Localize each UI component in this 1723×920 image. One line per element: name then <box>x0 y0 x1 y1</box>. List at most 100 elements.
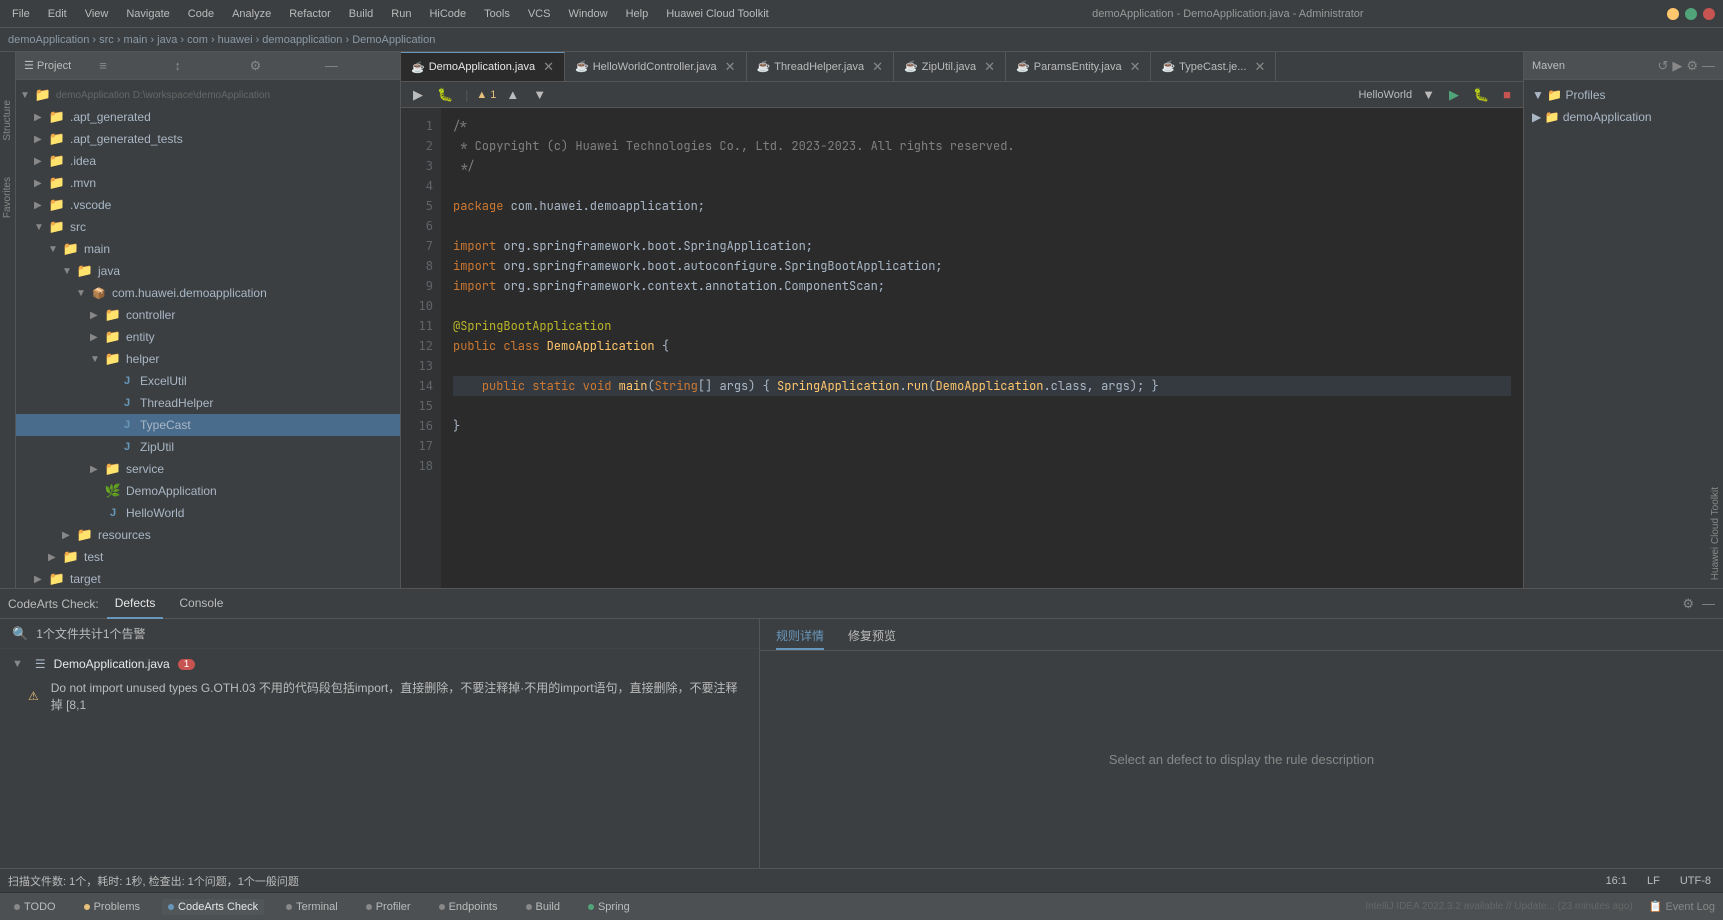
detail-tab-preview[interactable]: 修复预览 <box>848 623 896 650</box>
tab-defects[interactable]: Defects <box>107 589 164 619</box>
taskbar-profiler[interactable]: Profiler <box>360 899 417 915</box>
toolbar-debug-btn[interactable]: 🐛 <box>433 85 457 105</box>
menu-bar[interactable]: FileEditViewNavigateCodeAnalyzeRefactorB… <box>8 6 773 22</box>
favorites-label[interactable]: Favorites <box>0 169 15 226</box>
code-line-16[interactable]: } <box>453 416 1511 436</box>
tree-item-apt_generated_tests[interactable]: ▶📁.apt_generated_tests <box>16 128 400 150</box>
menu-item-run[interactable]: Run <box>387 6 415 22</box>
code-editor[interactable]: 123456789101112131415161718 /* * Copyrig… <box>401 108 1523 588</box>
menu-item-analyze[interactable]: Analyze <box>228 6 275 22</box>
maximize-btn[interactable] <box>1685 8 1697 20</box>
maven-item-demoApplication[interactable]: ▶ 📁 demoApplication <box>1524 106 1723 128</box>
tree-item-ThreadHelper[interactable]: JThreadHelper <box>16 392 400 414</box>
code-line-2[interactable]: * Copyright (c) Huawei Technologies Co.,… <box>453 136 1511 156</box>
intellij-update-notice[interactable]: IntelliJ IDEA 2022.3.2 available // Upda… <box>1365 901 1632 912</box>
maven-refresh-btn[interactable]: ↺ <box>1657 58 1668 74</box>
code-line-8[interactable]: import org.springframework.boot.autoconf… <box>453 256 1511 276</box>
toolbar-run-btn[interactable]: ▶ <box>409 85 427 105</box>
tab-ZipUtil[interactable]: ☕ZipUtil.java✕ <box>894 52 1006 82</box>
code-line-10[interactable] <box>453 296 1511 316</box>
run-config-dropdown[interactable]: ▼ <box>1418 85 1439 104</box>
code-line-15[interactable] <box>453 396 1511 416</box>
tree-item-main[interactable]: ▼📁main <box>16 238 400 260</box>
tab-close-ParamsEntity[interactable]: ✕ <box>1130 59 1141 75</box>
defect-message-row[interactable]: ⚠ Do not import unused types G.OTH.03 不用… <box>0 675 759 717</box>
taskbar-todo[interactable]: TODO <box>8 899 62 915</box>
tab-ThreadHelper[interactable]: ☕ThreadHelper.java✕ <box>747 52 895 82</box>
menu-item-file[interactable]: File <box>8 6 34 22</box>
code-content[interactable]: /* * Copyright (c) Huawei Technologies C… <box>441 108 1523 588</box>
code-line-4[interactable] <box>453 176 1511 196</box>
tree-item-idea[interactable]: ▶📁.idea <box>16 150 400 172</box>
menu-item-huaweicloudtoolkit[interactable]: Huawei Cloud Toolkit <box>662 6 773 22</box>
code-line-7[interactable]: import org.springframework.boot.SpringAp… <box>453 236 1511 256</box>
bottom-hide-btn[interactable]: — <box>1702 596 1715 611</box>
code-line-9[interactable]: import org.springframework.context.annot… <box>453 276 1511 296</box>
defect-file-row[interactable]: ▼ ☰ DemoApplication.java 1 <box>0 653 759 675</box>
code-line-5[interactable]: package com.huawei.demoapplication; <box>453 196 1511 216</box>
panel-collapse-btn[interactable]: ↕ <box>174 58 241 73</box>
taskbar-build[interactable]: Build <box>520 899 566 915</box>
tree-item-DemoApplication[interactable]: 🌿DemoApplication <box>16 480 400 502</box>
maven-settings-btn[interactable]: ⚙ <box>1686 58 1698 74</box>
code-line-13[interactable] <box>453 356 1511 376</box>
tab-close-TypeCast[interactable]: ✕ <box>1254 59 1265 75</box>
tab-close-ZipUtil[interactable]: ✕ <box>984 59 995 75</box>
tree-item-target[interactable]: ▶📁target <box>16 568 400 588</box>
menu-item-window[interactable]: Window <box>564 6 611 22</box>
tree-item-demoApplication[interactable]: ▼📁demoApplication D:\workspace\demoAppli… <box>16 84 400 106</box>
run-btn[interactable]: ▶ <box>1445 85 1463 105</box>
warning-indicator[interactable]: ▲ 1 <box>476 89 496 101</box>
toolbar-nav-up[interactable]: ▲ <box>502 85 523 104</box>
tree-item-com.huawei[interactable]: ▼📦com.huawei.demoapplication <box>16 282 400 304</box>
tab-close-HelloWorldController[interactable]: ✕ <box>725 59 736 75</box>
tree-item-service[interactable]: ▶📁service <box>16 458 400 480</box>
maven-item-Profiles[interactable]: ▼ 📁 Profiles <box>1524 84 1723 106</box>
code-line-3[interactable]: */ <box>453 156 1511 176</box>
huawei-cloud-label[interactable]: Huawei Cloud Toolkit <box>1708 479 1723 588</box>
panel-sync-btn[interactable]: ≡ <box>99 58 166 73</box>
menu-item-navigate[interactable]: Navigate <box>122 6 173 22</box>
tree-item-java[interactable]: ▼📁java <box>16 260 400 282</box>
menu-item-hicode[interactable]: HiCode <box>425 6 470 22</box>
stop-btn[interactable]: ■ <box>1499 85 1515 104</box>
code-line-6[interactable] <box>453 216 1511 236</box>
taskbar-endpoints[interactable]: Endpoints <box>433 899 504 915</box>
taskbar-codearts[interactable]: CodeArts Check <box>162 899 264 915</box>
tab-HelloWorldController[interactable]: ☕HelloWorldController.java✕ <box>565 52 747 82</box>
event-log-btn[interactable]: 📋 Event Log <box>1649 900 1715 913</box>
code-line-14[interactable]: public static void main(String[] args) {… <box>453 376 1511 396</box>
code-line-11[interactable]: @SpringBootApplication <box>453 316 1511 336</box>
close-btn[interactable] <box>1703 8 1715 20</box>
maven-hide-btn[interactable]: — <box>1702 58 1715 73</box>
menu-item-refactor[interactable]: Refactor <box>285 6 335 22</box>
menu-item-vcs[interactable]: VCS <box>524 6 555 22</box>
tree-item-apt_generated[interactable]: ▶📁.apt_generated <box>16 106 400 128</box>
tree-item-entity[interactable]: ▶📁entity <box>16 326 400 348</box>
structure-label[interactable]: Structure <box>0 92 15 149</box>
tree-item-controller[interactable]: ▶📁controller <box>16 304 400 326</box>
tree-item-ExcelUtil[interactable]: JExcelUtil <box>16 370 400 392</box>
debug-btn[interactable]: 🐛 <box>1469 85 1493 105</box>
tree-item-vscode[interactable]: ▶📁.vscode <box>16 194 400 216</box>
detail-tab-rule[interactable]: 规则详情 <box>776 623 824 650</box>
tab-TypeCast[interactable]: ☕TypeCast.je...✕ <box>1151 52 1276 82</box>
code-line-18[interactable] <box>453 456 1511 476</box>
tab-ParamsEntity[interactable]: ☕ParamsEntity.java✕ <box>1006 52 1151 82</box>
tree-item-ZipUtil[interactable]: JZipUtil <box>16 436 400 458</box>
minimize-btn[interactable] <box>1667 8 1679 20</box>
code-line-1[interactable]: /* <box>453 116 1511 136</box>
tree-item-test[interactable]: ▶📁test <box>16 546 400 568</box>
window-controls[interactable] <box>1667 8 1715 20</box>
menu-item-code[interactable]: Code <box>184 6 218 22</box>
menu-item-tools[interactable]: Tools <box>480 6 514 22</box>
taskbar-terminal[interactable]: Terminal <box>280 899 344 915</box>
tree-item-resources[interactable]: ▶📁resources <box>16 524 400 546</box>
menu-item-help[interactable]: Help <box>622 6 653 22</box>
toolbar-nav-down[interactable]: ▼ <box>529 85 550 104</box>
tab-close-DemoApplication[interactable]: ✕ <box>543 59 554 75</box>
menu-item-edit[interactable]: Edit <box>44 6 71 22</box>
tree-item-helper[interactable]: ▼📁helper <box>16 348 400 370</box>
panel-hide-btn[interactable]: — <box>325 58 392 73</box>
code-line-12[interactable]: public class DemoApplication { <box>453 336 1511 356</box>
